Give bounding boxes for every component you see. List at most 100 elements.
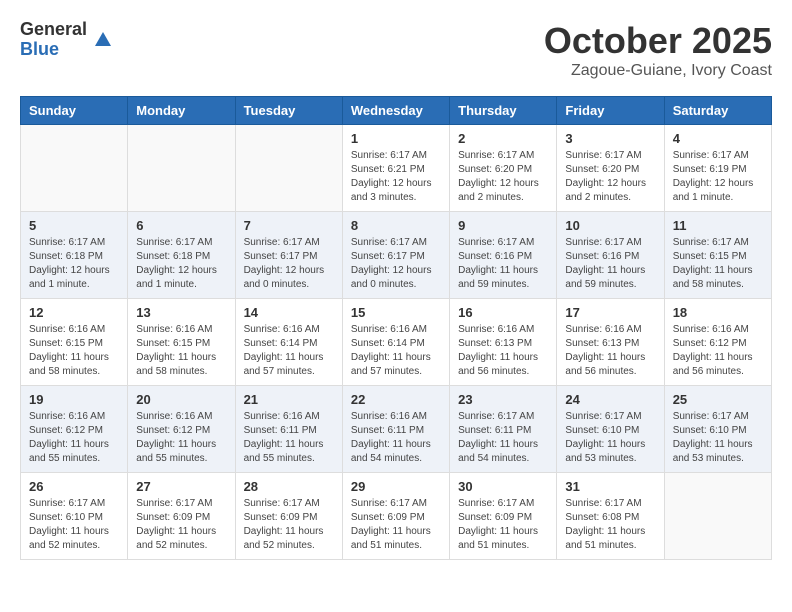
day-info: Sunrise: 6:17 AM Sunset: 6:16 PM Dayligh…	[565, 236, 655, 292]
calendar-day-cell: 13 Sunrise: 6:16 AM Sunset: 6:15 PM Dayli…	[128, 299, 235, 386]
day-info: Sunrise: 6:17 AM Sunset: 6:11 PM Dayligh…	[458, 410, 548, 466]
calendar-day-cell: 21 Sunrise: 6:16 AM Sunset: 6:11 PM Dayli…	[235, 386, 342, 473]
day-of-week-header: Tuesday	[235, 97, 342, 125]
calendar-day-cell: 9 Sunrise: 6:17 AM Sunset: 6:16 PM Daylig…	[450, 212, 557, 299]
day-of-week-header: Saturday	[664, 97, 771, 125]
day-of-week-header: Friday	[557, 97, 664, 125]
day-info: Sunrise: 6:16 AM Sunset: 6:12 PM Dayligh…	[673, 323, 763, 379]
calendar-day-cell: 12Sunrise: 6:16 AM Sunset: 6:15 PM Dayli…	[21, 299, 128, 386]
day-info: Sunrise: 6:17 AM Sunset: 6:20 PM Dayligh…	[458, 149, 548, 205]
day-info: Sunrise: 6:17 AM Sunset: 6:18 PM Dayligh…	[136, 236, 226, 292]
calendar-day-cell: 28 Sunrise: 6:17 AM Sunset: 6:09 PM Dayli…	[235, 473, 342, 560]
calendar-day-cell: 23Sunrise: 6:17 AM Sunset: 6:11 PM Dayli…	[450, 386, 557, 473]
day-number: 1	[351, 131, 441, 146]
calendar-day-cell: 11Sunrise: 6:17 AM Sunset: 6:15 PM Dayli…	[664, 212, 771, 299]
day-number: 31	[565, 479, 655, 494]
logo: General Blue	[20, 20, 115, 60]
day-number: 8	[351, 218, 441, 233]
calendar-day-cell: 1 Sunrise: 6:17 AM Sunset: 6:21 PM Daylig…	[342, 125, 449, 212]
calendar-header-row: SundayMondayTuesdayWednesdayThursdayFrid…	[21, 97, 772, 125]
day-info: Sunrise: 6:17 AM Sunset: 6:17 PM Dayligh…	[244, 236, 334, 292]
day-number: 5	[29, 218, 119, 233]
day-info: Sunrise: 6:17 AM Sunset: 6:09 PM Dayligh…	[244, 497, 334, 553]
calendar-day-cell: 6 Sunrise: 6:17 AM Sunset: 6:18 PM Daylig…	[128, 212, 235, 299]
day-info: Sunrise: 6:16 AM Sunset: 6:14 PM Dayligh…	[244, 323, 334, 379]
day-info: Sunrise: 6:17 AM Sunset: 6:21 PM Dayligh…	[351, 149, 441, 205]
day-info: Sunrise: 6:17 AM Sunset: 6:09 PM Dayligh…	[136, 497, 226, 553]
calendar-day-cell: 14 Sunrise: 6:16 AM Sunset: 6:14 PM Dayli…	[235, 299, 342, 386]
day-number: 22	[351, 392, 441, 407]
day-info: Sunrise: 6:17 AM Sunset: 6:10 PM Dayligh…	[565, 410, 655, 466]
day-number: 13	[136, 305, 226, 320]
day-number: 18	[673, 305, 763, 320]
day-of-week-header: Wednesday	[342, 97, 449, 125]
day-number: 7	[244, 218, 334, 233]
calendar-day-cell: 31Sunrise: 6:17 AM Sunset: 6:08 PM Dayli…	[557, 473, 664, 560]
calendar-day-cell: 24 Sunrise: 6:17 AM Sunset: 6:10 PM Dayli…	[557, 386, 664, 473]
day-number: 6	[136, 218, 226, 233]
day-of-week-header: Sunday	[21, 97, 128, 125]
day-info: Sunrise: 6:16 AM Sunset: 6:13 PM Dayligh…	[458, 323, 548, 379]
day-info: Sunrise: 6:17 AM Sunset: 6:18 PM Dayligh…	[29, 236, 119, 292]
calendar-day-cell: 27 Sunrise: 6:17 AM Sunset: 6:09 PM Dayli…	[128, 473, 235, 560]
location-text: Zagoue-Guiane, Ivory Coast	[544, 62, 772, 80]
calendar-empty-cell	[21, 125, 128, 212]
day-number: 28	[244, 479, 334, 494]
day-number: 15	[351, 305, 441, 320]
calendar-day-cell: 18 Sunrise: 6:16 AM Sunset: 6:12 PM Dayli…	[664, 299, 771, 386]
calendar-day-cell: 29 Sunrise: 6:17 AM Sunset: 6:09 PM Dayli…	[342, 473, 449, 560]
day-number: 30	[458, 479, 548, 494]
calendar-day-cell: 20 Sunrise: 6:16 AM Sunset: 6:12 PM Dayli…	[128, 386, 235, 473]
day-number: 20	[136, 392, 226, 407]
calendar-day-cell: 25 Sunrise: 6:17 AM Sunset: 6:10 PM Dayli…	[664, 386, 771, 473]
day-info: Sunrise: 6:16 AM Sunset: 6:13 PM Dayligh…	[565, 323, 655, 379]
calendar-week-row: 26Sunrise: 6:17 AM Sunset: 6:10 PM Dayli…	[21, 473, 772, 560]
day-number: 17	[565, 305, 655, 320]
day-number: 27	[136, 479, 226, 494]
title-section: October 2025 Zagoue-Guiane, Ivory Coast	[544, 20, 772, 80]
calendar-empty-cell	[235, 125, 342, 212]
day-number: 11	[673, 218, 763, 233]
calendar-empty-cell	[128, 125, 235, 212]
day-info: Sunrise: 6:16 AM Sunset: 6:14 PM Dayligh…	[351, 323, 441, 379]
month-title: October 2025	[544, 20, 772, 62]
logo-blue-text: Blue	[20, 40, 87, 60]
day-info: Sunrise: 6:17 AM Sunset: 6:19 PM Dayligh…	[673, 149, 763, 205]
day-number: 14	[244, 305, 334, 320]
calendar-day-cell: 26Sunrise: 6:17 AM Sunset: 6:10 PM Dayli…	[21, 473, 128, 560]
calendar-week-row: 19Sunrise: 6:16 AM Sunset: 6:12 PM Dayli…	[21, 386, 772, 473]
day-info: Sunrise: 6:16 AM Sunset: 6:15 PM Dayligh…	[136, 323, 226, 379]
calendar-day-cell: 19Sunrise: 6:16 AM Sunset: 6:12 PM Dayli…	[21, 386, 128, 473]
day-number: 25	[673, 392, 763, 407]
day-number: 29	[351, 479, 441, 494]
day-number: 16	[458, 305, 548, 320]
calendar-table: SundayMondayTuesdayWednesdayThursdayFrid…	[20, 96, 772, 560]
calendar-day-cell: 4Sunrise: 6:17 AM Sunset: 6:19 PM Daylig…	[664, 125, 771, 212]
day-number: 24	[565, 392, 655, 407]
day-of-week-header: Thursday	[450, 97, 557, 125]
calendar-day-cell: 8Sunrise: 6:17 AM Sunset: 6:17 PM Daylig…	[342, 212, 449, 299]
calendar-day-cell: 7 Sunrise: 6:17 AM Sunset: 6:17 PM Daylig…	[235, 212, 342, 299]
day-number: 21	[244, 392, 334, 407]
day-info: Sunrise: 6:16 AM Sunset: 6:11 PM Dayligh…	[244, 410, 334, 466]
logo-icon	[91, 28, 115, 52]
day-number: 9	[458, 218, 548, 233]
calendar-day-cell: 22 Sunrise: 6:16 AM Sunset: 6:11 PM Dayli…	[342, 386, 449, 473]
calendar-day-cell: 16 Sunrise: 6:16 AM Sunset: 6:13 PM Dayli…	[450, 299, 557, 386]
day-info: Sunrise: 6:17 AM Sunset: 6:09 PM Dayligh…	[351, 497, 441, 553]
day-number: 12	[29, 305, 119, 320]
calendar-day-cell: 3 Sunrise: 6:17 AM Sunset: 6:20 PM Daylig…	[557, 125, 664, 212]
calendar-day-cell: 10 Sunrise: 6:17 AM Sunset: 6:16 PM Dayli…	[557, 212, 664, 299]
calendar-day-cell: 15 Sunrise: 6:16 AM Sunset: 6:14 PM Dayli…	[342, 299, 449, 386]
day-info: Sunrise: 6:16 AM Sunset: 6:11 PM Dayligh…	[351, 410, 441, 466]
day-number: 10	[565, 218, 655, 233]
logo-general-text: General	[20, 20, 87, 40]
day-info: Sunrise: 6:16 AM Sunset: 6:12 PM Dayligh…	[136, 410, 226, 466]
day-number: 3	[565, 131, 655, 146]
day-info: Sunrise: 6:17 AM Sunset: 6:10 PM Dayligh…	[673, 410, 763, 466]
day-info: Sunrise: 6:16 AM Sunset: 6:12 PM Dayligh…	[29, 410, 119, 466]
day-info: Sunrise: 6:17 AM Sunset: 6:20 PM Dayligh…	[565, 149, 655, 205]
page-header: General Blue October 2025 Zagoue-Guiane,…	[20, 20, 772, 80]
day-info: Sunrise: 6:17 AM Sunset: 6:16 PM Dayligh…	[458, 236, 548, 292]
day-of-week-header: Monday	[128, 97, 235, 125]
